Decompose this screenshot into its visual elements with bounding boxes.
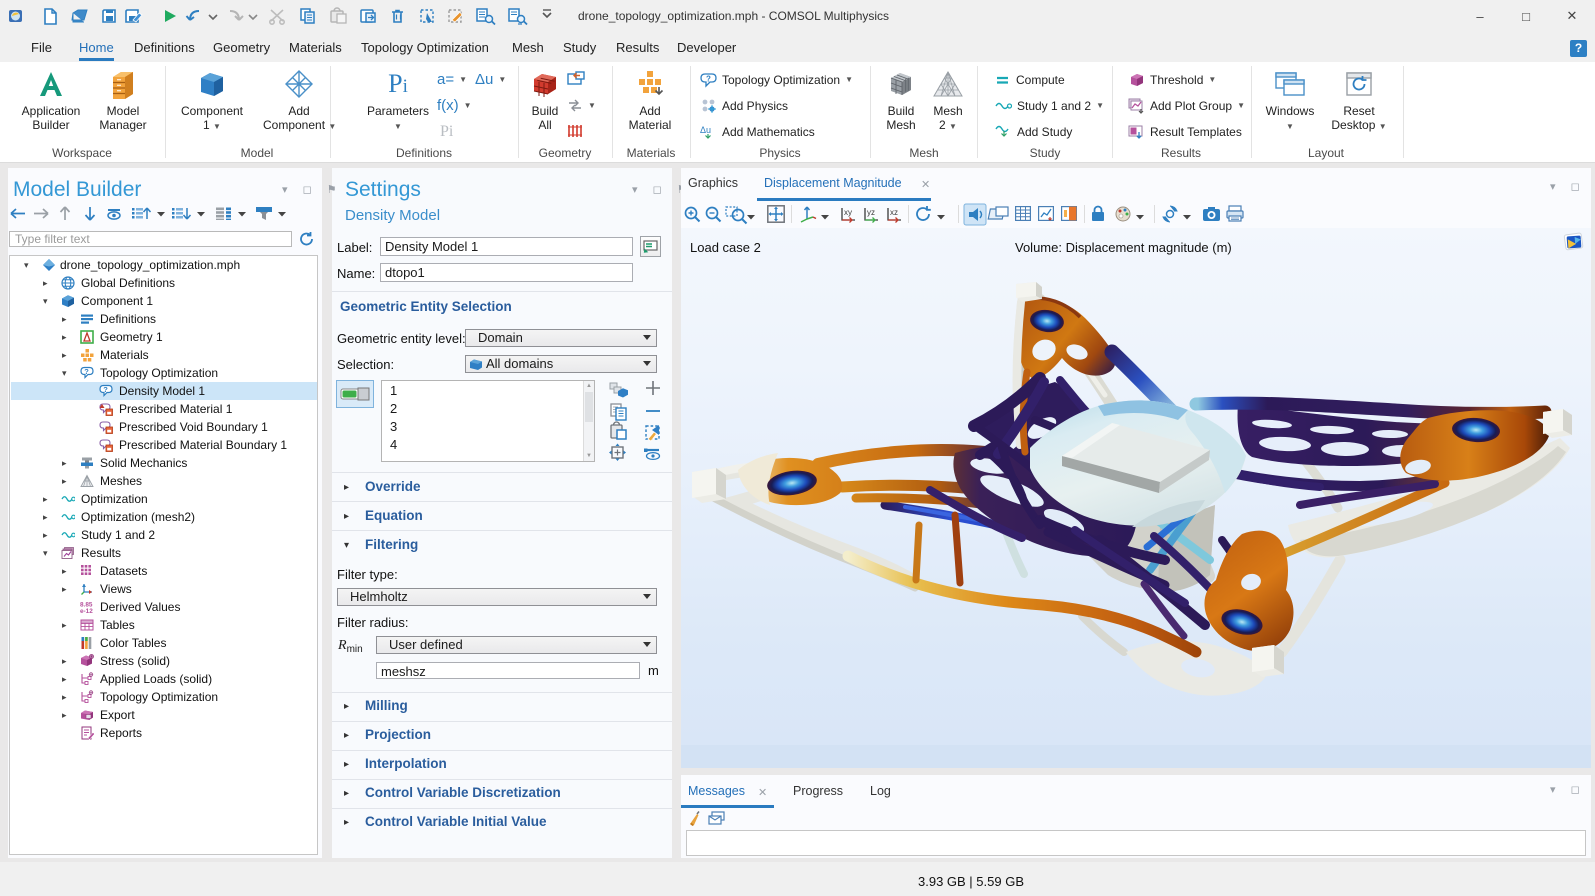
svg-text:xy: xy: [844, 208, 852, 217]
svg-text:Δu: Δu: [700, 125, 711, 135]
svg-text:yz: yz: [867, 208, 875, 217]
svg-text:?: ?: [706, 74, 711, 83]
svg-text:xz: xz: [890, 208, 898, 217]
svg-text:e-12: e-12: [80, 608, 93, 614]
